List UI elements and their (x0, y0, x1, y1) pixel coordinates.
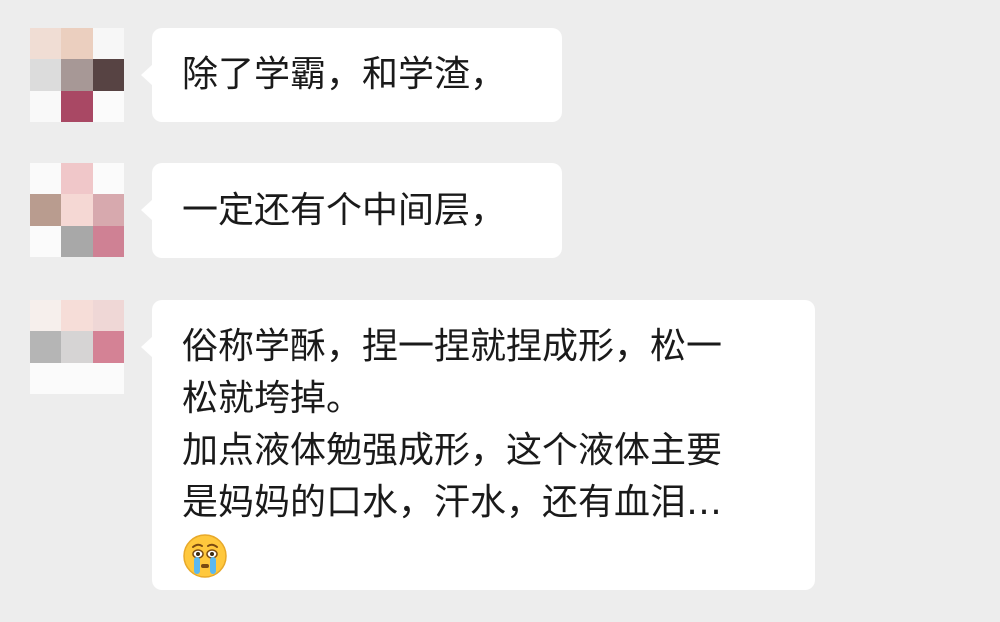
avatar-mosaic-cell (61, 194, 93, 226)
avatar-mosaic-cell (92, 362, 124, 394)
avatar[interactable] (30, 163, 124, 257)
avatar-mosaic-cell (61, 225, 93, 257)
avatar-mosaic-cell (30, 331, 62, 363)
avatar-mosaic-cell (30, 300, 62, 332)
avatar[interactable] (30, 300, 124, 394)
message-bubble[interactable]: 一定还有个中间层， (141, 163, 562, 258)
chat-message: 除了学霸，和学渣， (0, 28, 1000, 124)
avatar-mosaic-cell (92, 59, 124, 91)
avatar-mosaic-cell (92, 163, 124, 195)
avatar-mosaic-cell (61, 28, 93, 60)
message-text: 一定还有个中间层， (182, 190, 507, 231)
avatar-mosaic-cell (92, 90, 124, 122)
avatar-mosaic-cell (61, 90, 93, 122)
avatar-mosaic-cell (92, 331, 124, 363)
message-text: 除了学霸，和学渣， (182, 54, 507, 95)
crying-face-emoji-icon (182, 533, 228, 579)
avatar-mosaic-cell (30, 225, 62, 257)
message-bubble[interactable]: 除了学霸，和学渣， (141, 28, 562, 122)
chat-message: 一定还有个中间层， (0, 163, 1000, 259)
avatar-mosaic-cell (30, 90, 62, 122)
avatar-mosaic-cell (30, 59, 62, 91)
avatar-mosaic-cell (61, 362, 93, 394)
message-text: 俗称学酥，捏一捏就捏成形，松一 松就垮掉。 加点液体勉强成形，这个液体主要 是妈… (182, 326, 723, 523)
chat-message: 俗称学酥，捏一捏就捏成形，松一 松就垮掉。 加点液体勉强成形，这个液体主要 是妈… (0, 300, 1000, 592)
avatar-mosaic-cell (30, 362, 62, 394)
avatar-mosaic-cell (61, 59, 93, 91)
avatar[interactable] (30, 28, 124, 122)
avatar-mosaic-cell (61, 331, 93, 363)
avatar-mosaic-cell (61, 163, 93, 195)
avatar-mosaic-cell (92, 28, 124, 60)
avatar-mosaic-cell (30, 28, 62, 60)
avatar-mosaic-cell (92, 225, 124, 257)
avatar-mosaic-cell (30, 194, 62, 226)
avatar-mosaic-cell (92, 300, 124, 332)
avatar-mosaic-cell (92, 194, 124, 226)
message-bubble[interactable]: 俗称学酥，捏一捏就捏成形，松一 松就垮掉。 加点液体勉强成形，这个液体主要 是妈… (141, 300, 815, 590)
avatar-mosaic-cell (30, 163, 62, 195)
avatar-mosaic-cell (61, 300, 93, 332)
